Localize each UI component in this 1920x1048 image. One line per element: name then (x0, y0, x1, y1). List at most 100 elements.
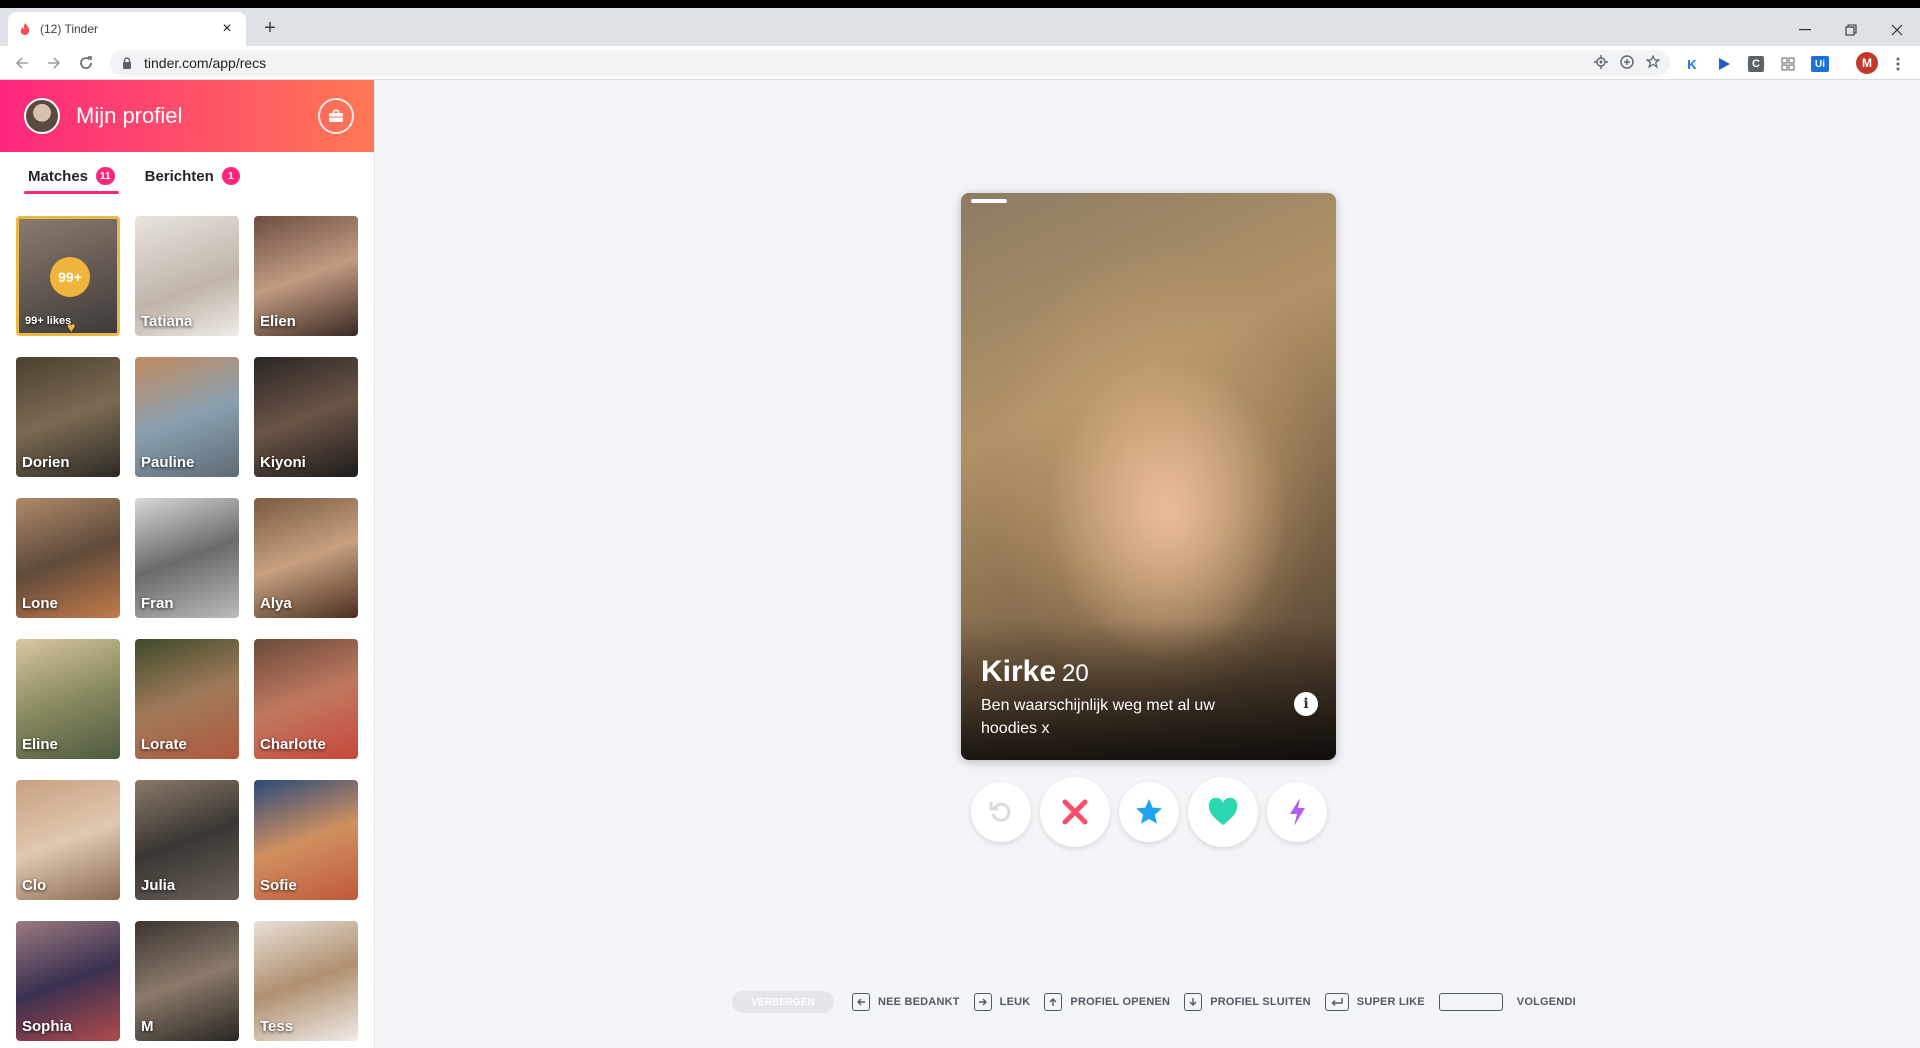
profile-card[interactable]: Kirke 20 Ben waarschijnlijk weg met al uw… (961, 193, 1336, 760)
match-card[interactable]: Fran (135, 498, 239, 618)
tab-messages[interactable]: Berichten 1 (141, 152, 244, 200)
shortcut-like-label: LEUK (999, 996, 1031, 1008)
match-card[interactable]: M (135, 921, 239, 1041)
shortcut-close-label: PROFIEL SLUITEN (1210, 996, 1311, 1008)
profile-avatar[interactable]: M (1856, 52, 1878, 74)
match-name: Tatiana (141, 313, 193, 330)
star-icon (1136, 799, 1162, 824)
shortcut-close-profile: PROFIEL SLUITEN (1184, 993, 1311, 1011)
match-card[interactable]: Eline (16, 639, 120, 759)
up-arrow-key-icon (1044, 993, 1063, 1011)
match-name: Lone (22, 595, 58, 612)
bookmark-star-icon[interactable] (1645, 54, 1661, 72)
match-name: M (141, 1018, 154, 1035)
match-name: Sophia (22, 1018, 73, 1035)
match-name: Alya (260, 595, 292, 612)
location-icon[interactable] (1594, 54, 1608, 72)
match-name: Sofie (260, 877, 297, 894)
add-circle-icon[interactable] (1620, 54, 1634, 72)
info-icon[interactable]: i (1294, 692, 1318, 716)
extension-ui-icon[interactable]: Ui (1810, 54, 1830, 74)
card-info: Kirke 20 Ben waarschijnlijk weg met al uw… (981, 655, 1271, 740)
reload-icon[interactable] (74, 51, 98, 75)
match-card[interactable]: Kiyoni (254, 357, 358, 477)
match-card[interactable]: Pauline (135, 357, 239, 477)
back-arrow-icon[interactable] (10, 51, 34, 75)
tab-matches[interactable]: Matches 11 (24, 152, 119, 200)
profile-name: Kirke (981, 655, 1057, 689)
match-card[interactable]: Lorate (135, 639, 239, 759)
new-tab-icon[interactable]: + (258, 17, 282, 39)
forward-arrow-icon[interactable] (42, 51, 66, 75)
profile-title[interactable]: Mijn profiel (76, 103, 318, 129)
like-button[interactable] (1188, 777, 1258, 847)
main-recs-area: Kirke 20 Ben waarschijnlijk weg met al uw… (375, 80, 1920, 1048)
tab-strip: (12) Tinder × + (0, 8, 1920, 46)
match-card[interactable]: Tatiana (135, 216, 239, 336)
match-name: Lorate (141, 736, 187, 753)
left-arrow-key-icon (852, 993, 870, 1011)
match-card[interactable]: Sofie (254, 780, 358, 900)
heart-icon (1208, 797, 1238, 825)
minimize-icon[interactable] (1782, 16, 1828, 44)
rewind-icon (989, 801, 1011, 822)
space-key-icon (1438, 993, 1503, 1011)
match-name: Julia (141, 877, 176, 894)
url-field[interactable]: tinder.com/app/recs (110, 50, 1670, 76)
x-icon (1062, 799, 1088, 825)
match-card[interactable]: Lone (16, 498, 120, 618)
briefcase-icon[interactable] (318, 98, 354, 134)
gold-heart-icon: ♥ (67, 319, 76, 335)
extension-k-icon[interactable]: K (1682, 54, 1702, 74)
lock-icon (122, 57, 134, 69)
tab-messages-label: Berichten (144, 167, 214, 185)
url-text: tinder.com/app/recs (144, 55, 267, 71)
match-card[interactable]: Tess (254, 921, 358, 1041)
tab-matches-label: Matches (28, 167, 89, 185)
extension-c-icon[interactable]: C (1746, 54, 1766, 74)
superlike-button[interactable] (1119, 782, 1179, 842)
matches-grid: 99+ 99+ likes ♥ Tatiana Elien Dorien Pau… (0, 200, 374, 1041)
hide-shortcuts-button[interactable]: VERBERGEN (732, 991, 834, 1013)
nope-button[interactable] (1040, 777, 1110, 847)
match-card[interactable]: Clo (16, 780, 120, 900)
user-avatar[interactable] (24, 98, 60, 134)
lightning-icon (1290, 798, 1305, 826)
close-tab-icon[interactable]: × (218, 20, 236, 38)
match-card[interactable]: Julia (135, 780, 239, 900)
extension-play-icon[interactable] (1714, 54, 1734, 74)
match-card[interactable]: Alya (254, 498, 358, 618)
profile-header[interactable]: Mijn profiel (0, 80, 374, 152)
match-name: Kiyoni (260, 454, 306, 471)
shortcut-open-label: PROFIEL OPENEN (1070, 996, 1171, 1008)
likes-count-bubble: 99+ (50, 257, 90, 297)
restore-icon[interactable] (1828, 16, 1874, 44)
window-top-edge (0, 0, 1920, 8)
match-name: Fran (141, 595, 174, 612)
profile-age: 20 (1062, 660, 1089, 688)
tab-title: (12) Tinder (40, 22, 99, 36)
match-name: Elien (260, 313, 296, 330)
matches-count-badge: 11 (96, 167, 115, 185)
shortcut-next: VOLGENDI (1438, 993, 1576, 1011)
match-card[interactable]: Sophia (16, 921, 120, 1041)
likes-card[interactable]: 99+ 99+ likes ♥ (16, 216, 120, 336)
sidebar-tabs: Matches 11 Berichten 1 (0, 152, 374, 200)
rewind-button[interactable] (971, 782, 1031, 842)
shortcut-open-profile: PROFIEL OPENEN (1044, 993, 1170, 1011)
boost-button[interactable] (1267, 782, 1327, 842)
match-name: Clo (22, 877, 47, 894)
extension-grid-icon[interactable] (1778, 54, 1798, 74)
match-card[interactable]: Dorien (16, 357, 120, 477)
close-window-icon[interactable] (1874, 16, 1920, 44)
browser-tab[interactable]: (12) Tinder × (8, 12, 246, 46)
match-card[interactable]: Elien (254, 216, 358, 336)
menu-dots-icon[interactable] (1888, 54, 1908, 74)
match-card[interactable]: Charlotte (254, 639, 358, 759)
shortcut-nope-label: NEE BEDANKT (878, 996, 960, 1008)
shortcut-superlike-label: SUPER LIKE (1356, 996, 1425, 1008)
photo-indicator[interactable] (971, 199, 1007, 203)
down-arrow-key-icon (1184, 993, 1203, 1011)
match-name: Charlotte (260, 736, 326, 753)
shortcut-next-label: VOLGENDI (1516, 996, 1576, 1008)
